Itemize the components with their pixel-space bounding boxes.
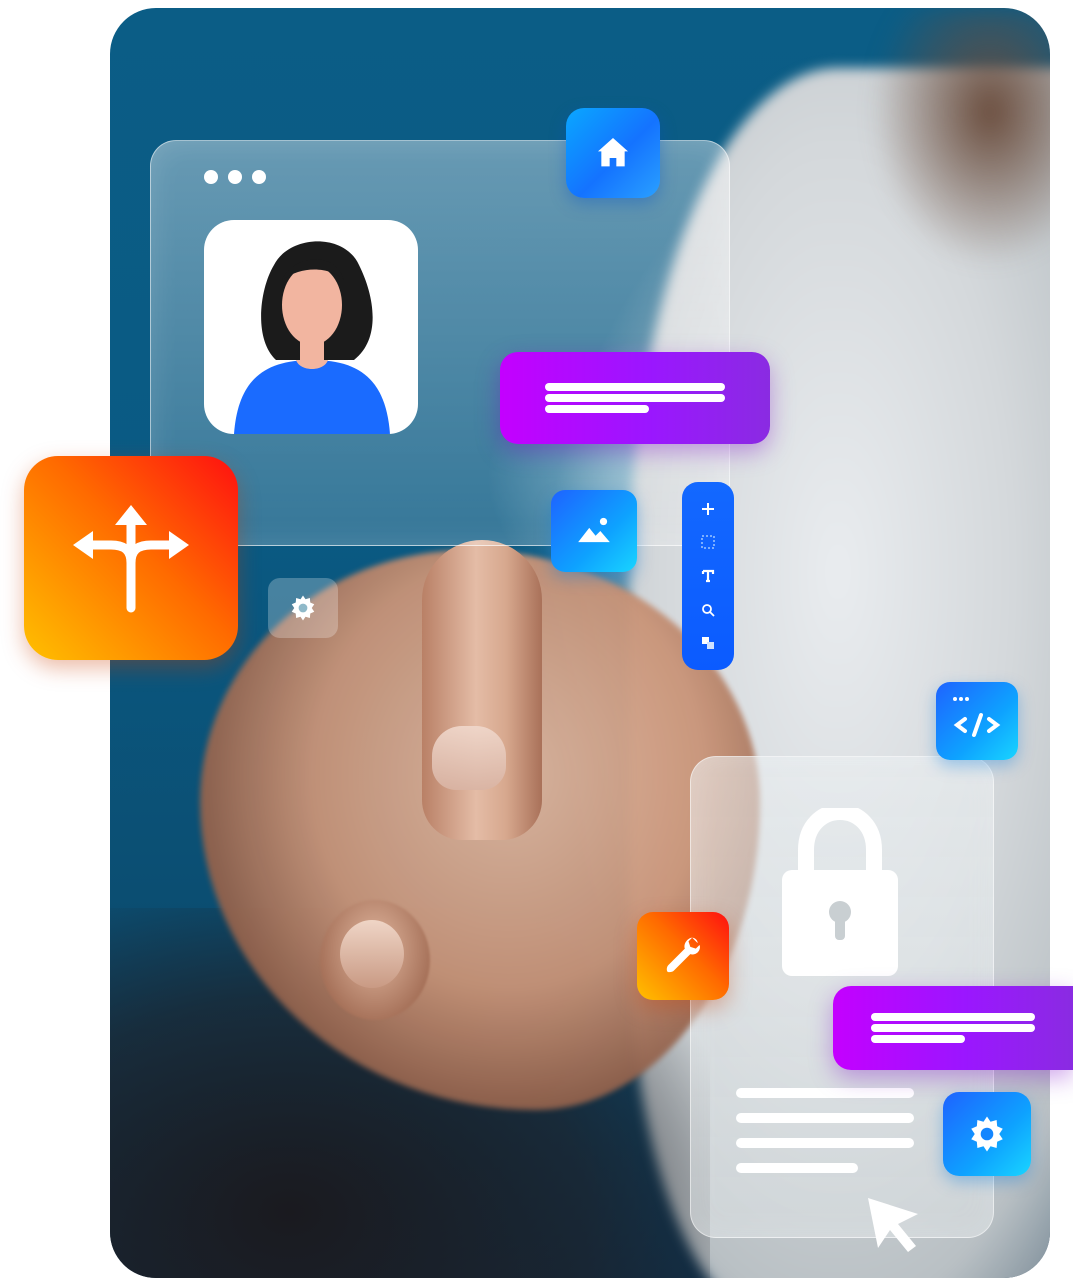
lock-icon (782, 808, 898, 976)
zoom-icon[interactable] (699, 601, 717, 619)
design-toolbar (682, 482, 734, 670)
text-line (545, 383, 725, 391)
marquee-select-icon[interactable] (699, 533, 717, 551)
pointing-finger (422, 540, 542, 840)
tools-button[interactable] (637, 912, 729, 1000)
text-line (736, 1088, 914, 1098)
text-line (545, 405, 649, 413)
text-line (736, 1163, 858, 1173)
gear-icon (971, 1116, 1003, 1152)
text-line (736, 1113, 914, 1123)
window-dots (204, 170, 266, 184)
settings-button[interactable] (943, 1092, 1031, 1176)
text-line (871, 1024, 1035, 1032)
user-avatar-icon (234, 241, 390, 434)
text-tool-icon[interactable] (699, 567, 717, 585)
wrench-icon (666, 937, 700, 973)
move-icon[interactable] (699, 500, 717, 518)
settings-button-small[interactable] (268, 578, 338, 638)
code-icon (953, 697, 1001, 737)
code-button[interactable] (936, 682, 1018, 760)
home-icon (598, 138, 628, 167)
window-dot (252, 170, 266, 184)
blurred-face-shadow (870, 8, 1050, 268)
home-button[interactable] (566, 108, 660, 198)
gear-icon (291, 595, 315, 621)
finger-nail (432, 726, 506, 790)
text-line (871, 1035, 965, 1043)
image-button[interactable] (551, 490, 637, 572)
thumb-nail (340, 920, 404, 988)
window-dot (204, 170, 218, 184)
routing-button[interactable] (24, 456, 238, 660)
text-line (545, 394, 725, 402)
layers-icon[interactable] (699, 634, 717, 652)
text-line (736, 1138, 914, 1148)
split-arrows-icon (73, 505, 189, 613)
cursor-icon (868, 1198, 918, 1252)
message-card[interactable] (833, 986, 1073, 1070)
text-line (871, 1013, 1035, 1021)
message-card[interactable] (500, 352, 770, 444)
window-dot (228, 170, 242, 184)
avatar[interactable] (204, 220, 418, 434)
document-lines (736, 1088, 914, 1188)
image-icon (578, 517, 610, 543)
